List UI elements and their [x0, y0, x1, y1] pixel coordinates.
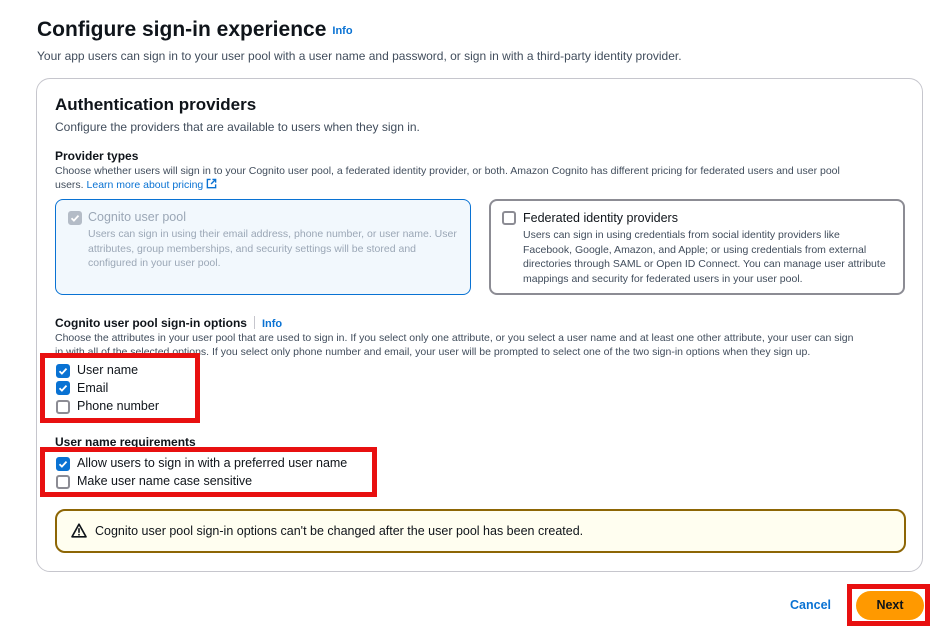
next-button[interactable]: Next [856, 591, 924, 620]
provider-types-label: Provider types [55, 149, 139, 163]
checkmark-icon [70, 214, 80, 222]
learn-more-pricing-link[interactable]: Learn more about pricing [86, 178, 218, 191]
signin-options-info-link[interactable]: Info [262, 318, 282, 330]
provider-types-description: Choose whether users will sign in to you… [55, 164, 915, 192]
highlight-signin-options [40, 353, 200, 423]
federated-identity-providers-title: Federated identity providers [523, 211, 678, 225]
provider-types-desc-line2-text: users. [55, 179, 84, 191]
cognito-user-pool-description: Users can sign in using their email addr… [88, 228, 457, 269]
section-description: Configure the providers that are availab… [55, 120, 420, 134]
external-link-icon [206, 178, 217, 189]
signin-options-desc-line1: Choose the attributes in your user pool … [55, 332, 854, 344]
page-title-text: Configure sign-in experience [37, 18, 327, 41]
provider-types-desc-line2: users. Learn more about pricing [55, 178, 915, 192]
federated-identity-providers-description: Users can sign in using credentials from… [523, 229, 886, 285]
signin-options-label: Cognito user pool sign-in options Info [55, 316, 282, 330]
warning-icon [71, 523, 87, 538]
signin-options-label-text: Cognito user pool sign-in options [55, 316, 247, 330]
cognito-user-pool-checkbox[interactable] [68, 211, 82, 225]
section-title: Authentication providers [55, 95, 257, 114]
authentication-providers-container: Authentication providers Configure the p… [36, 78, 923, 572]
page-title: Configure sign-in experience Info [37, 18, 353, 42]
federated-identity-providers-tile[interactable]: Federated identity providers Users can s… [489, 199, 905, 295]
cancel-button[interactable]: Cancel [790, 598, 831, 612]
highlight-user-name-requirements [40, 447, 377, 497]
provider-types-desc-line1: Choose whether users will sign in to you… [55, 165, 840, 177]
page-info-link[interactable]: Info [332, 25, 352, 37]
warning-alert-text: Cognito user pool sign-in options can't … [95, 524, 584, 538]
cognito-user-pool-title: Cognito user pool [88, 210, 186, 224]
learn-more-pricing-label: Learn more about pricing [86, 179, 204, 191]
federated-identity-providers-checkbox[interactable] [502, 211, 516, 225]
warning-alert: Cognito user pool sign-in options can't … [55, 509, 906, 553]
page-description: Your app users can sign in to your user … [37, 49, 682, 63]
cognito-user-pool-tile[interactable]: Cognito user pool Users can sign in usin… [55, 199, 471, 295]
divider [253, 316, 255, 329]
